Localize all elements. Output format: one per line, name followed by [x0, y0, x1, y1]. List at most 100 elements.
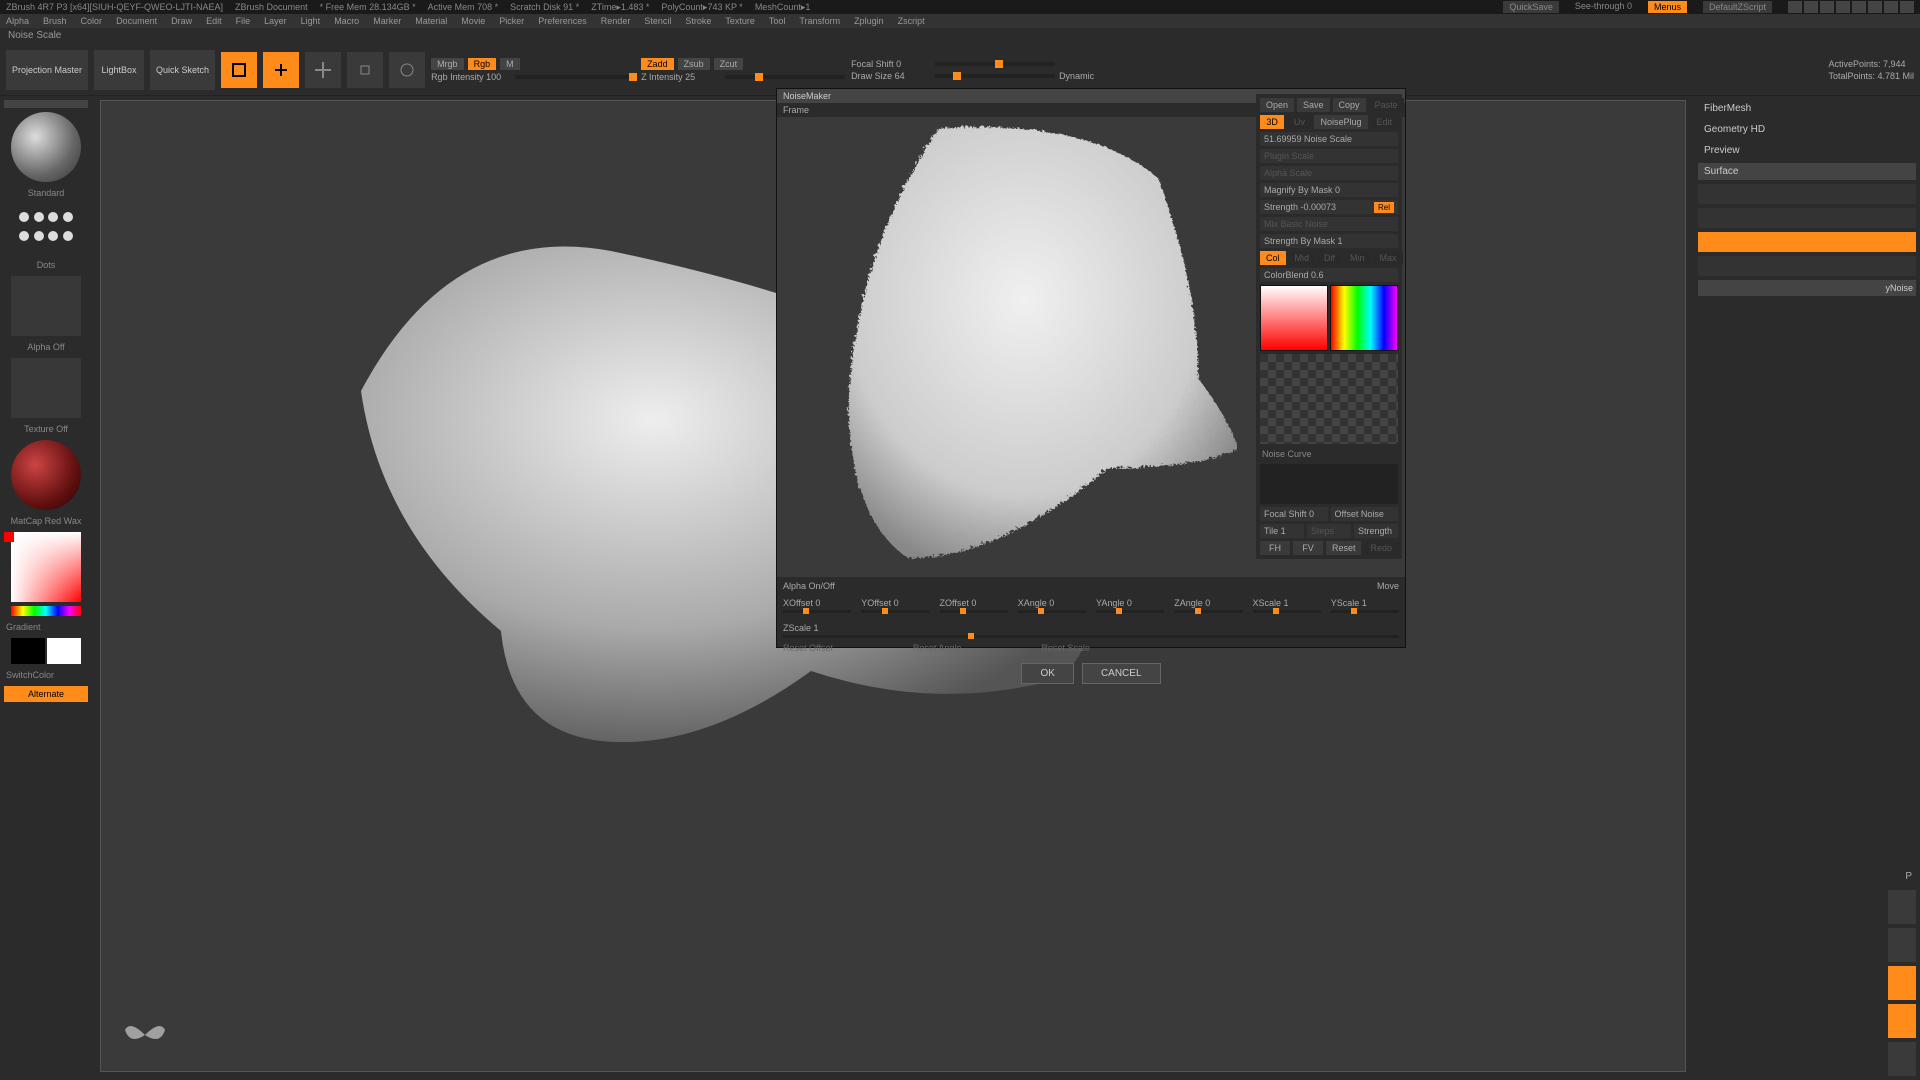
draw-size-label[interactable]: Draw Size 64	[851, 71, 931, 81]
fv-button[interactable]: FV	[1293, 541, 1323, 555]
plugin-scale-slider[interactable]: Plugin Scale	[1260, 149, 1398, 163]
transp-icon[interactable]	[1888, 928, 1916, 962]
menu-movie[interactable]: Movie	[461, 16, 485, 26]
yangle-slider[interactable]: YAngle 0	[1096, 598, 1132, 608]
icon-4[interactable]	[1836, 1, 1850, 13]
open-button[interactable]: Open	[1260, 98, 1294, 112]
xpose-icon[interactable]	[1888, 1042, 1916, 1076]
solo-icon[interactable]	[1888, 1004, 1916, 1038]
gradient-label[interactable]: Gradient	[4, 620, 88, 634]
menu-document[interactable]: Document	[116, 16, 157, 26]
alpha-toggle[interactable]: Alpha On/Off	[783, 581, 835, 591]
icon-5[interactable]	[1852, 1, 1866, 13]
maximize-icon[interactable]	[1884, 1, 1898, 13]
alpha-slot[interactable]	[11, 276, 81, 336]
seethrough-slider[interactable]: See-through 0	[1575, 1, 1632, 13]
material-preview[interactable]	[11, 440, 81, 510]
menu-marker[interactable]: Marker	[373, 16, 401, 26]
z-intensity-label[interactable]: Z Intensity 25	[641, 72, 721, 82]
dif-button[interactable]: Dif	[1318, 251, 1341, 265]
edit-button[interactable]: Edit	[1371, 115, 1399, 129]
focal-shift-label[interactable]: Focal Shift 0	[851, 59, 931, 69]
geometry-hd-menu[interactable]: Geometry HD	[1698, 121, 1916, 138]
z-intensity-slider[interactable]	[725, 75, 845, 79]
polyf-icon[interactable]	[1888, 890, 1916, 924]
menu-edit[interactable]: Edit	[206, 16, 222, 26]
menu-zscript[interactable]: Zscript	[898, 16, 925, 26]
rgb-intensity-slider[interactable]	[515, 75, 635, 79]
save-button[interactable]: Save	[1297, 98, 1330, 112]
menu-picker[interactable]: Picker	[499, 16, 524, 26]
color-picker-a[interactable]	[1260, 285, 1328, 351]
alternate-button[interactable]: Alternate	[4, 686, 88, 702]
swatch-white[interactable]	[47, 638, 81, 664]
noise-curve-editor[interactable]	[1260, 464, 1398, 504]
scale-mode-button[interactable]	[347, 52, 383, 88]
menu-brush[interactable]: Brush	[43, 16, 67, 26]
strength-slider[interactable]: Strength -0.00073Rel	[1260, 200, 1398, 214]
menu-transform[interactable]: Transform	[799, 16, 840, 26]
ghost-icon[interactable]	[1888, 966, 1916, 1000]
tile-slider[interactable]: Tile 1	[1260, 524, 1304, 538]
color-picker-b[interactable]	[1330, 285, 1398, 351]
reset-offset-button[interactable]: Reset Offset	[783, 643, 833, 653]
menu-preferences[interactable]: Preferences	[538, 16, 587, 26]
menu-material[interactable]: Material	[415, 16, 447, 26]
dark-slot-3[interactable]	[1698, 256, 1916, 276]
projection-master-button[interactable]: Projection Master	[6, 50, 88, 90]
switch-color-button[interactable]: SwitchColor	[4, 668, 88, 682]
reset-angle-button[interactable]: Reset Angle	[913, 643, 962, 653]
menu-stroke[interactable]: Stroke	[685, 16, 711, 26]
m-button[interactable]: M	[500, 58, 520, 70]
yoffset-slider[interactable]: YOffset 0	[861, 598, 898, 608]
menu-layer[interactable]: Layer	[264, 16, 287, 26]
history-bar[interactable]	[4, 100, 88, 108]
xangle-slider[interactable]: XAngle 0	[1018, 598, 1055, 608]
orange-slot[interactable]	[1698, 232, 1916, 252]
color-corner-icon[interactable]	[4, 532, 14, 542]
dark-slot-1[interactable]	[1698, 184, 1916, 204]
move-mode-button[interactable]	[305, 52, 341, 88]
rel-button[interactable]: Rel	[1374, 202, 1394, 213]
3d-button[interactable]: 3D	[1260, 115, 1284, 129]
focal-shift2-slider[interactable]: Focal Shift 0	[1260, 507, 1328, 521]
strength-mask-slider[interactable]: Strength By Mask 1	[1260, 234, 1398, 248]
swatch-black[interactable]	[11, 638, 45, 664]
min-button[interactable]: Min	[1344, 251, 1371, 265]
alpha-scale-slider[interactable]: Alpha Scale	[1260, 166, 1398, 180]
strength2-slider[interactable]: Strength	[1354, 524, 1398, 538]
preview-menu[interactable]: Preview	[1698, 142, 1916, 159]
frame-button[interactable]: Frame	[783, 105, 809, 115]
zadd-button[interactable]: Zadd	[641, 58, 674, 70]
menu-draw[interactable]: Draw	[171, 16, 192, 26]
menu-zplugin[interactable]: Zplugin	[854, 16, 884, 26]
rgb-button[interactable]: Rgb	[468, 58, 497, 70]
apply-noise-button[interactable]: yNoise	[1698, 280, 1916, 296]
max-button[interactable]: Max	[1374, 251, 1403, 265]
menu-alpha[interactable]: Alpha	[6, 16, 29, 26]
checker-preview[interactable]	[1260, 354, 1398, 444]
icon-2[interactable]	[1804, 1, 1818, 13]
zcut-button[interactable]: Zcut	[714, 58, 744, 70]
mid-button[interactable]: Mid	[1289, 251, 1316, 265]
mix-basic-slider[interactable]: Mix Basic Noise	[1260, 217, 1398, 231]
cancel-button[interactable]: CANCEL	[1082, 663, 1161, 684]
fibermesh-menu[interactable]: FiberMesh	[1698, 100, 1916, 117]
dynamic-label[interactable]: Dynamic	[1059, 71, 1094, 81]
reset-button[interactable]: Reset	[1326, 541, 1362, 555]
minimize-icon[interactable]	[1868, 1, 1882, 13]
steps-slider[interactable]: Steps	[1307, 524, 1351, 538]
edit-mode-button[interactable]	[221, 52, 257, 88]
menu-file[interactable]: File	[236, 16, 251, 26]
lightbox-button[interactable]: LightBox	[94, 50, 144, 90]
focal-shift-slider[interactable]	[935, 62, 1055, 66]
quicksave-button[interactable]: QuickSave	[1503, 1, 1559, 13]
hue-strip[interactable]	[11, 606, 81, 616]
menu-light[interactable]: Light	[301, 16, 321, 26]
noise-scale-slider[interactable]: 51.69959 Noise Scale	[1260, 132, 1398, 146]
offset-noise-slider[interactable]: Offset Noise	[1331, 507, 1399, 521]
paste-button[interactable]: Paste	[1369, 98, 1404, 112]
surface-menu[interactable]: Surface	[1698, 163, 1916, 180]
zoffset-slider[interactable]: ZOffset 0	[940, 598, 977, 608]
colorblend-slider[interactable]: ColorBlend 0.6	[1260, 268, 1398, 282]
